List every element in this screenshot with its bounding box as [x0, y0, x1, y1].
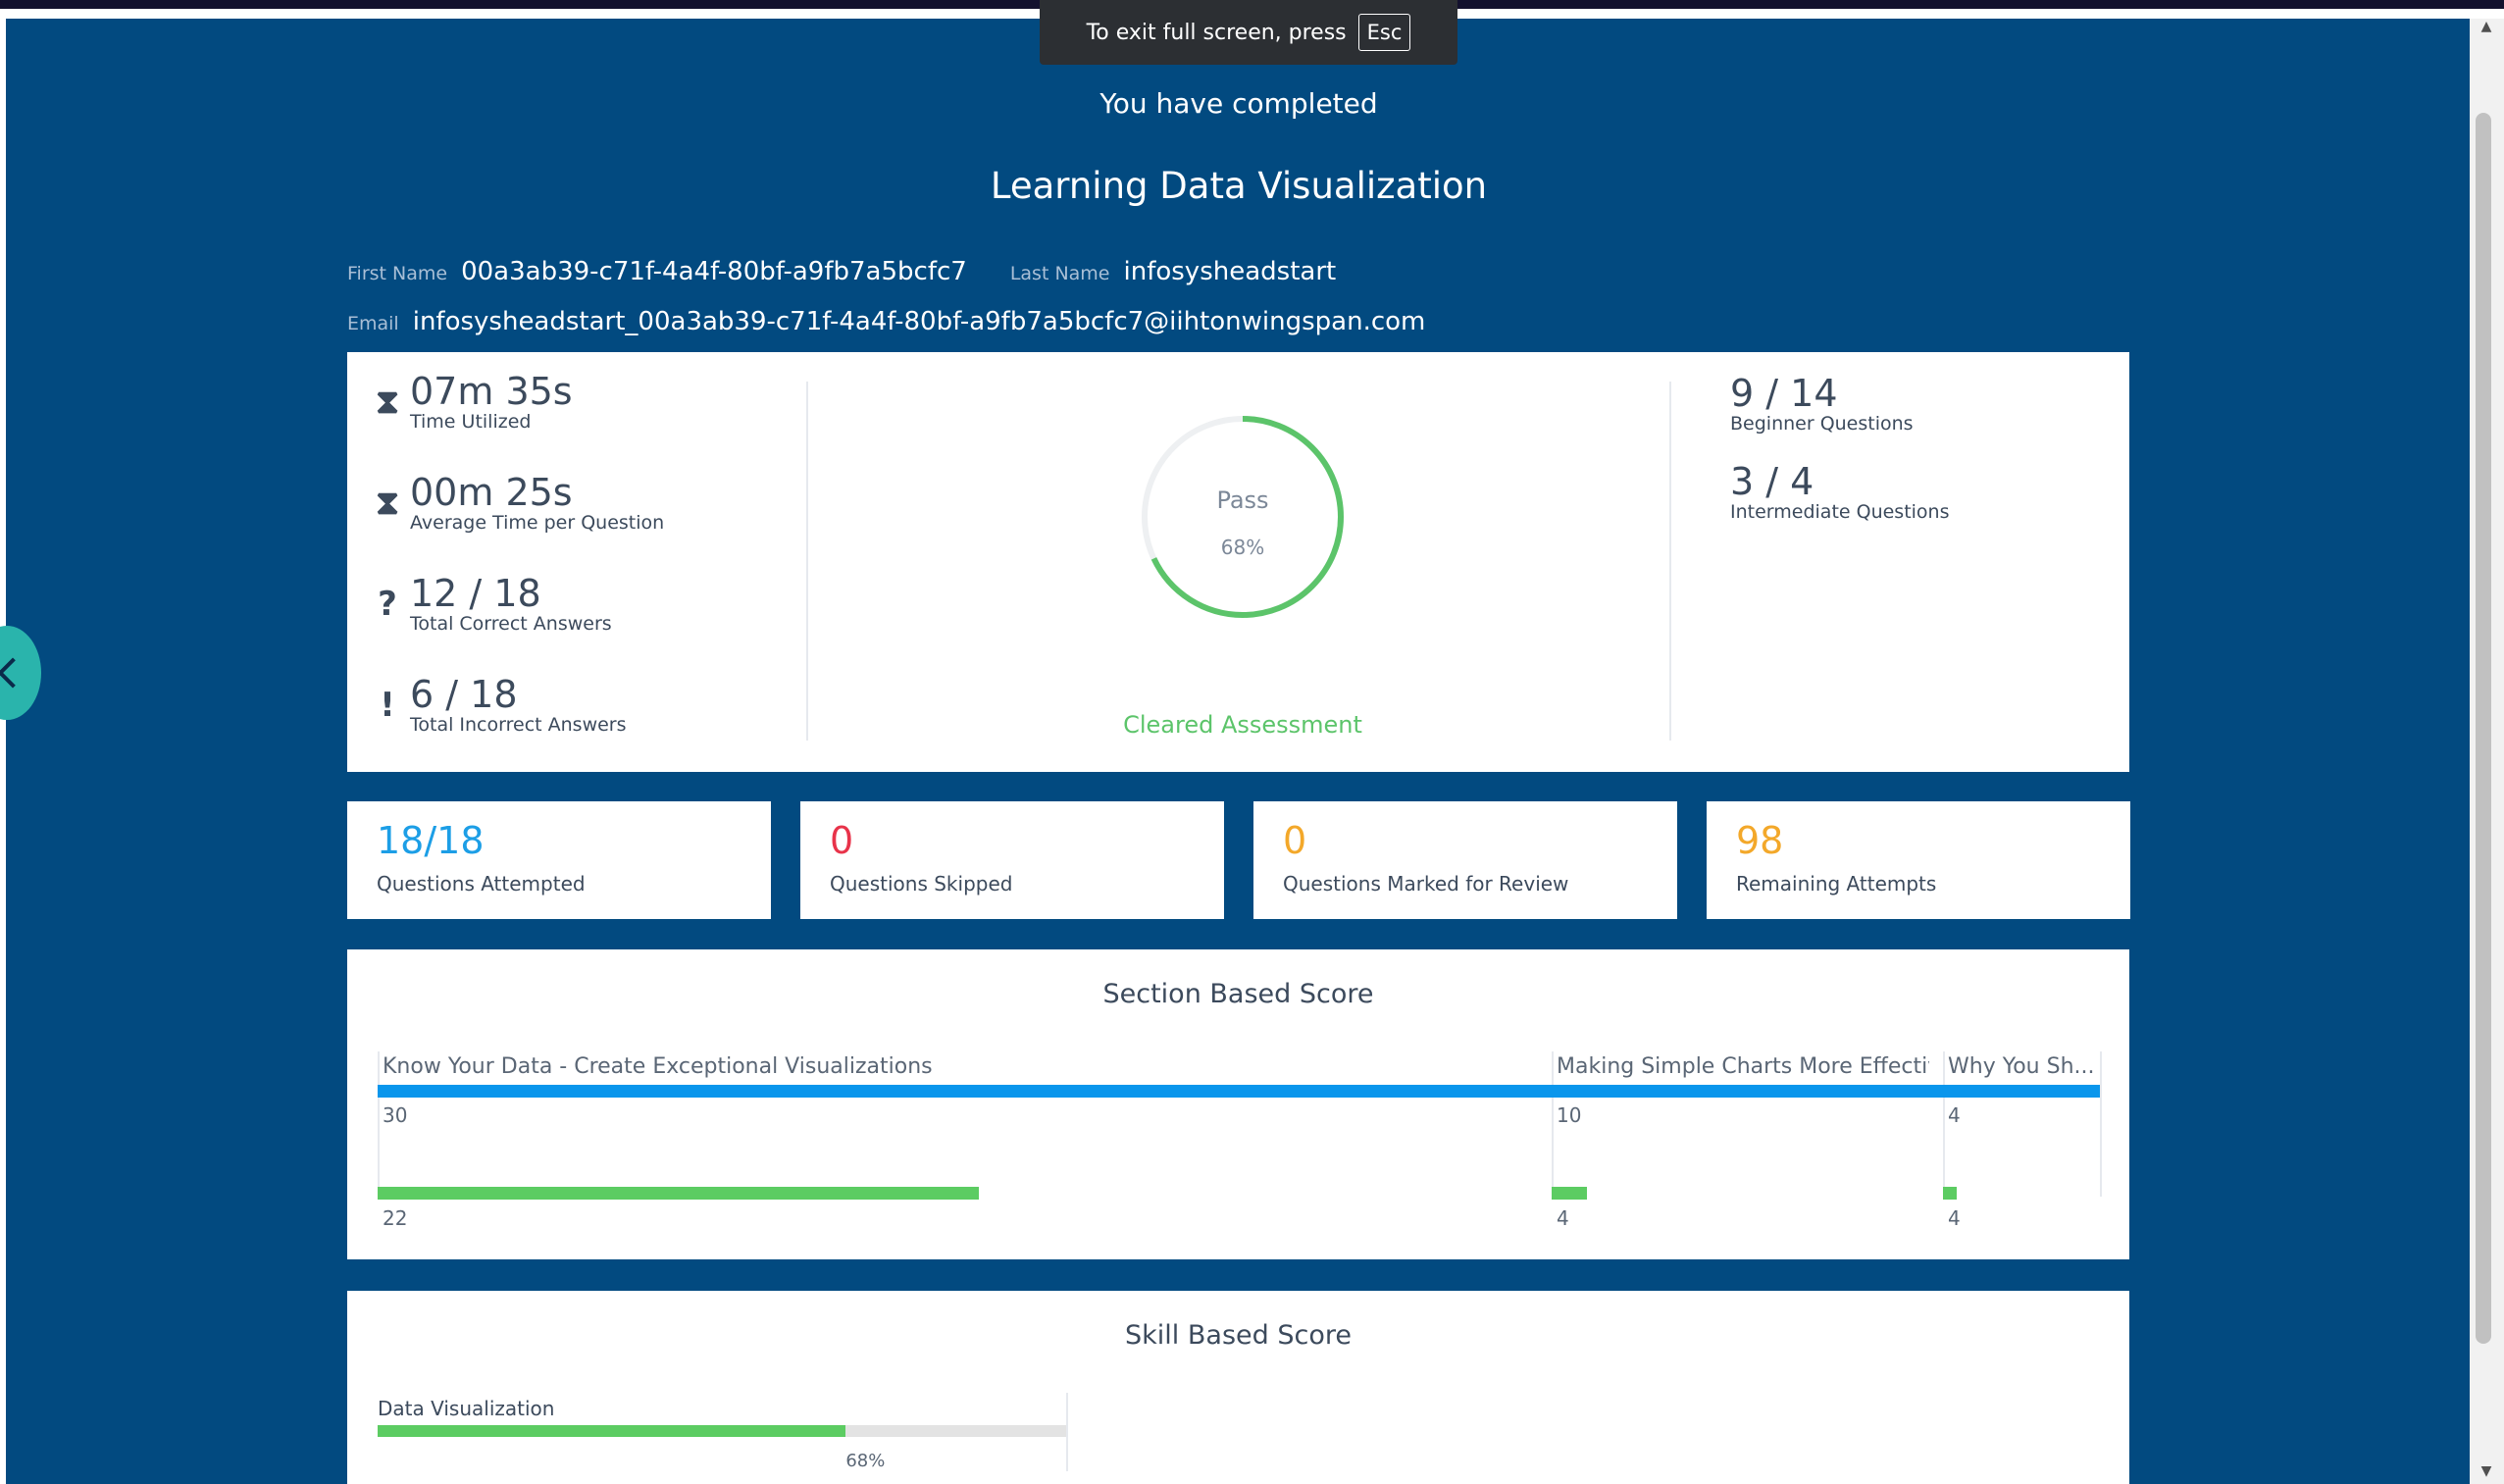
email-value: infosysheadstart_00a3ab39-c71f-4a4f-80bf…: [412, 307, 1426, 336]
intermediate-value: 3 / 4: [1730, 460, 1814, 503]
section-score-title: Section Based Score: [1102, 979, 1374, 1009]
section-score-bar: [1552, 1187, 1587, 1200]
skill-name: Data Visualization: [378, 1397, 555, 1420]
last-name-value: infosysheadstart: [1123, 257, 1337, 286]
incorrect-answers-label: Total Incorrect Answers: [410, 714, 627, 736]
scroll-down-icon[interactable]: ▼: [2478, 1463, 2495, 1479]
section-name: Know Your Data - Create Exceptional Visu…: [383, 1054, 933, 1079]
section-divider: [378, 1051, 380, 1197]
section-total: 30: [383, 1103, 408, 1127]
result-status: Pass: [1216, 486, 1269, 514]
section-total-bar: [1943, 1085, 2100, 1098]
section-total-bar: [1552, 1085, 1943, 1098]
summary-value: 0: [830, 819, 854, 862]
course-title: Learning Data Visualization: [990, 165, 1488, 207]
section-score-bar: [378, 1187, 979, 1200]
section-score: 4: [1557, 1206, 1569, 1230]
email-row: Email infosysheadstart_00a3ab39-c71f-4a4…: [347, 307, 1425, 336]
incorrect-answers-stat: ! 6 / 18 Total Incorrect Answers: [347, 673, 627, 736]
first-name-value: 00a3ab39-c71f-4a4f-80bf-a9fb7a5bcfc7: [461, 257, 967, 286]
summary-value: 0: [1283, 819, 1307, 862]
correct-answers-label: Total Correct Answers: [410, 613, 612, 635]
section-total: 10: [1557, 1103, 1582, 1127]
skill-divider: [1066, 1393, 1068, 1471]
completed-text: You have completed: [1099, 87, 1378, 120]
last-name-label: Last Name: [1009, 263, 1110, 284]
divider: [1669, 382, 1671, 741]
remaining-attempts-card: 98 Remaining Attempts: [1707, 801, 2130, 919]
summary-label: Questions Attempted: [377, 872, 586, 896]
intermediate-label: Intermediate Questions: [1730, 501, 1950, 523]
scroll-up-icon[interactable]: ▲: [2478, 19, 2495, 34]
section-total-bar: [378, 1085, 1552, 1098]
skill-percent: 68%: [845, 1451, 886, 1471]
questions-skipped-card: 0 Questions Skipped: [800, 801, 1224, 919]
fullscreen-banner-text: To exit full screen, press: [1086, 20, 1347, 45]
summary-value: 18/18: [377, 819, 485, 862]
intermediate-questions: 3 / 4 Intermediate Questions: [1730, 462, 1950, 523]
fullscreen-exit-banner: To exit full screen, press Esc: [1040, 0, 1457, 65]
avg-time-label: Average Time per Question: [410, 512, 665, 534]
time-utilized-stat: ⧗ 07m 35s Time Utilized: [347, 372, 573, 433]
summary-label: Questions Marked for Review: [1283, 872, 1569, 896]
first-name-label: First Name: [347, 263, 448, 284]
section-divider: [1943, 1051, 1945, 1197]
beginner-label: Beginner Questions: [1730, 413, 1914, 435]
beginner-questions: 9 / 14 Beginner Questions: [1730, 374, 1914, 435]
esc-key-badge: Esc: [1357, 14, 1411, 51]
assessment-stats-card: ⧗ 07m 35s Time Utilized ⧗ 00m 25s Averag…: [347, 352, 2129, 772]
skill-score-card: Skill Based Score Data Visualization 68%: [347, 1291, 2129, 1484]
cleared-assessment-text: Cleared Assessment: [1123, 711, 1362, 739]
time-utilized-value: 07m 35s: [410, 370, 573, 413]
incorrect-answers-value: 6 / 18: [410, 673, 518, 716]
avg-time-value: 00m 25s: [410, 471, 573, 514]
section-score-card: Section Based Score Know Your Data - Cre…: [347, 949, 2129, 1259]
beginner-value: 9 / 14: [1730, 372, 1838, 415]
hourglass-icon: ⧗: [376, 484, 399, 523]
divider: [806, 382, 808, 741]
question-icon: ?: [378, 585, 397, 624]
exclamation-icon: !: [380, 686, 395, 725]
section-name: Making Simple Charts More Effective: [1557, 1054, 1929, 1079]
summary-label: Questions Skipped: [830, 872, 1013, 896]
summary-value: 98: [1736, 819, 1784, 862]
email-label: Email: [347, 313, 399, 334]
marked-for-review-card: 0 Questions Marked for Review: [1253, 801, 1677, 919]
chevron-left-icon: [0, 657, 28, 689]
section-divider: [2100, 1051, 2102, 1197]
section-divider: [1552, 1051, 1554, 1197]
summary-label: Remaining Attempts: [1736, 872, 1937, 896]
section-score: 22: [383, 1206, 408, 1230]
name-row: First Name 00a3ab39-c71f-4a4f-80bf-a9fb7…: [347, 257, 1336, 286]
scrollbar-thumb[interactable]: [2476, 113, 2491, 1344]
correct-answers-stat: ? 12 / 18 Total Correct Answers: [347, 574, 612, 635]
questions-attempted-card: 18/18 Questions Attempted: [347, 801, 771, 919]
avg-time-stat: ⧗ 00m 25s Average Time per Question: [347, 473, 664, 534]
section-name: Why You Sh...: [1948, 1054, 2095, 1079]
correct-answers-value: 12 / 18: [410, 572, 541, 615]
skill-score-title: Skill Based Score: [1125, 1320, 1352, 1351]
result-percent: 68%: [1220, 536, 1265, 559]
skill-progress-bar: [378, 1425, 846, 1437]
pass-donut-chart: [1142, 416, 1344, 618]
section-total: 4: [1948, 1103, 1961, 1127]
section-score: 4: [1948, 1206, 1961, 1230]
time-utilized-label: Time Utilized: [410, 411, 532, 433]
section-score-bar: [1943, 1187, 1957, 1200]
hourglass-icon: ⧗: [376, 383, 399, 422]
